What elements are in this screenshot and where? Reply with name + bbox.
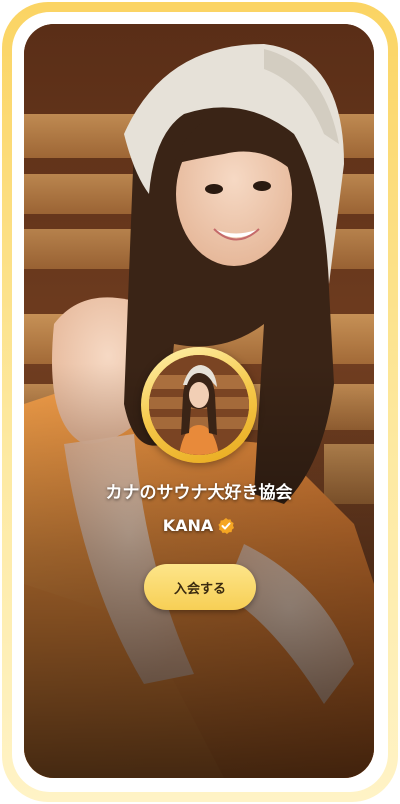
verified-check-icon [217, 517, 235, 535]
join-button[interactable]: 入会する [144, 564, 256, 610]
owner-name: KANA [162, 516, 214, 535]
community-name: カナのサウナ大好き協会 [105, 483, 293, 503]
community-avatar [149, 355, 249, 455]
owner-row: KANA [24, 516, 374, 535]
app-screen: カナのサウナ大好き協会 KANA 入会する [24, 24, 374, 778]
community-avatar-ring [141, 347, 257, 463]
